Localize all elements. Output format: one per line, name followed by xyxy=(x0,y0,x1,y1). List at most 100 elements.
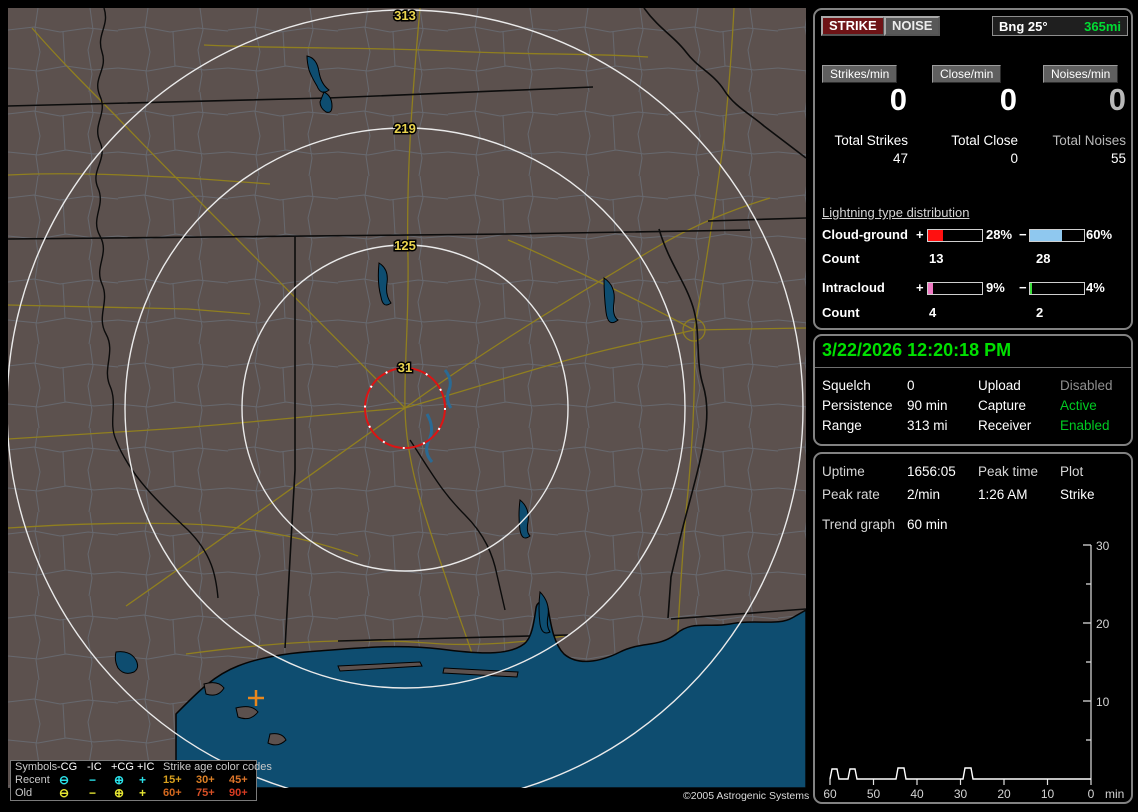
ic-minus-percent: 4% xyxy=(1086,280,1105,295)
receiver-label: Receiver xyxy=(978,418,1032,433)
ic-plus-percent: 9% xyxy=(986,280,1005,295)
age-code-15: 15+ xyxy=(163,774,182,786)
trend-graph-window: 60 min xyxy=(907,517,948,532)
legend-age-header: Strike age color codes xyxy=(163,761,272,773)
total-noises-label: Total Noises xyxy=(1052,133,1126,148)
x-tick-40: 40 xyxy=(910,787,924,801)
noise-mode-button[interactable]: NOISE xyxy=(884,16,941,36)
range-label: Range xyxy=(822,418,862,433)
plot-label: Plot xyxy=(1060,464,1084,479)
x-tick-50: 50 xyxy=(867,787,881,801)
upload-label: Upload xyxy=(978,378,1021,393)
count-label: Count xyxy=(822,305,860,320)
cg-plus-count: 13 xyxy=(929,251,944,266)
cg-minus-percent: 60% xyxy=(1086,227,1113,242)
cg-minus-bar xyxy=(1029,229,1085,242)
peak-rate-label: Peak rate xyxy=(822,487,880,502)
cg-minus-bar-fill xyxy=(1030,230,1063,241)
age-code-90: 90+ xyxy=(229,787,248,799)
chart-axes xyxy=(829,544,1092,785)
plus-icon: + xyxy=(139,786,147,800)
total-strikes-label: Total Strikes xyxy=(834,133,908,148)
cg-plus-percent: 28% xyxy=(986,227,1013,242)
intracloud-count-row: Count 4 2 xyxy=(815,305,1131,321)
map-canvas: 313 219 125 31 xyxy=(8,8,806,788)
peak-time-label: Peak time xyxy=(978,464,1039,479)
age-code-45: 45+ xyxy=(229,774,248,786)
ic-minus-count: 2 xyxy=(1036,305,1044,320)
status-panel: 3/22/2026 12:20:18 PM Squelch 0 Upload D… xyxy=(813,334,1133,446)
range-value: 313 mi xyxy=(907,418,948,433)
trend-line xyxy=(829,767,1091,780)
plot-mode-value: Strike xyxy=(1060,487,1095,502)
map-legend: Symbols -CG -IC +CG +IC Strike age color… xyxy=(10,760,272,801)
total-noises-value: 55 xyxy=(1110,151,1126,166)
strike-trend-chart: 30 20 10 60 50 40 30 20 10 0 min xyxy=(823,539,1124,801)
minus-sign: − xyxy=(1019,227,1027,242)
cloud-ground-row: Cloud-ground + 28% − 60% xyxy=(815,227,1131,243)
strikes-per-min-value: 0 xyxy=(889,82,907,117)
x-tick-0: 0 xyxy=(1088,787,1095,801)
x-tick-30: 30 xyxy=(954,787,968,801)
x-axis-unit: min xyxy=(1105,787,1124,801)
persistence-value: 90 min xyxy=(907,398,948,413)
circle-minus-icon: ⊖ xyxy=(59,786,70,800)
peak-time-value: 1:26 AM xyxy=(978,487,1028,502)
ring-label-219: 219 xyxy=(394,121,416,136)
separator xyxy=(815,367,1131,368)
total-strikes-value: 47 xyxy=(892,151,908,166)
y-tick-10: 10 xyxy=(1096,695,1110,709)
age-code-60: 60+ xyxy=(163,787,182,799)
strike-mode-button[interactable]: STRIKE xyxy=(821,16,885,36)
cg-minus-count: 28 xyxy=(1036,251,1051,266)
ic-minus-bar xyxy=(1029,282,1085,295)
total-close-label: Total Close xyxy=(951,133,1018,148)
plus-sign: + xyxy=(916,280,924,295)
cloud-ground-count-row: Count 13 28 xyxy=(815,251,1131,267)
ic-plus-count: 4 xyxy=(929,305,937,320)
capture-label: Capture xyxy=(978,398,1027,413)
cg-plus-bar-fill xyxy=(928,230,944,241)
close-per-min-chip[interactable]: Close/min xyxy=(932,65,1002,83)
minus-icon: − xyxy=(89,786,97,800)
legend-symbols-header: Symbols xyxy=(15,761,58,773)
datetime-display: 3/22/2026 12:20:18 PM xyxy=(822,340,1012,360)
bearing-value: Bng 25° xyxy=(999,18,1048,34)
minus-sign: − xyxy=(1019,280,1027,295)
squelch-value: 0 xyxy=(907,378,915,393)
y-tick-20: 20 xyxy=(1096,617,1110,631)
ic-plus-bar xyxy=(927,282,983,295)
capture-status: Active xyxy=(1060,398,1097,413)
uptime-value: 1656:05 xyxy=(907,464,956,479)
distance-value: 365mi xyxy=(1084,18,1121,34)
lightning-map[interactable]: 313 219 125 31 xyxy=(8,8,806,788)
upload-status: Disabled xyxy=(1060,378,1113,393)
x-tick-60: 60 xyxy=(823,787,837,801)
trend-graph-label: Trend graph xyxy=(822,517,896,532)
legend-row-recent-label: Recent xyxy=(15,774,50,786)
circle-plus-icon: ⊕ xyxy=(114,786,125,800)
copyright-notice: ©2005 Astrogenic Systems xyxy=(683,789,810,804)
x-tick-20: 20 xyxy=(997,787,1011,801)
persistence-label: Persistence xyxy=(822,398,893,413)
plus-sign: + xyxy=(916,227,924,242)
total-close-value: 0 xyxy=(1010,151,1018,166)
age-code-75: 75+ xyxy=(196,787,215,799)
intracloud-row: Intracloud + 9% − 4% xyxy=(815,280,1131,296)
app-window: { "map": { "ring_labels": ["313", "219",… xyxy=(0,0,1138,812)
cg-plus-bar xyxy=(927,229,983,242)
strike-counters-panel: STRIKE NOISE Bng 25° 365mi Strikes/min C… xyxy=(813,8,1133,330)
intracloud-label: Intracloud xyxy=(822,280,885,295)
strikes-per-min-chip[interactable]: Strikes/min xyxy=(822,65,898,83)
ring-label-313: 313 xyxy=(394,8,416,23)
receiver-status: Enabled xyxy=(1060,418,1110,433)
squelch-label: Squelch xyxy=(822,378,871,393)
legend-row-old-label: Old xyxy=(15,787,33,799)
trend-panel: Uptime 1656:05 Peak time Plot Peak rate … xyxy=(813,452,1133,804)
age-code-30: 30+ xyxy=(196,774,215,786)
chart-tick-labels: 30 20 10 60 50 40 30 20 10 0 min xyxy=(823,539,1124,801)
peak-rate-value: 2/min xyxy=(907,487,941,502)
ring-label-31: 31 xyxy=(398,360,412,375)
bearing-distance-readout: Bng 25° 365mi xyxy=(992,16,1128,36)
noises-per-min-chip[interactable]: Noises/min xyxy=(1043,65,1119,83)
